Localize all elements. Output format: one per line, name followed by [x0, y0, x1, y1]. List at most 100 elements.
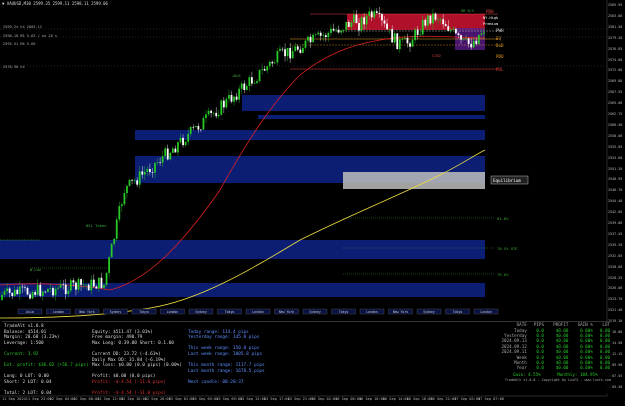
- price-tick: 2555.85: [608, 144, 623, 149]
- candle-body: [115, 219, 118, 239]
- candle-body: [240, 83, 243, 89]
- price-tick: 2532.85: [608, 253, 623, 258]
- candle-body: [90, 279, 93, 291]
- candle-body: [210, 110, 212, 114]
- candle-body: [26, 287, 29, 295]
- panel-line: Last month range: 1678.5 pips: [188, 368, 265, 374]
- candle-body: [161, 156, 164, 163]
- candle-body: [475, 40, 478, 44]
- stats-cell: 0.0: [536, 365, 544, 371]
- symbol-line: ▼ XAUUSD,M30 2599.35 2599.11 2598.11 259…: [2, 1, 108, 6]
- equilibrium-label: Equilibrium: [493, 178, 521, 183]
- price-tick: 2548.95: [608, 177, 623, 182]
- price-tick: 2560.40: [608, 122, 623, 127]
- candle-body: [327, 32, 330, 38]
- price-tick: 2576.85: [608, 46, 623, 51]
- level-618: 61.8%: [497, 216, 509, 221]
- candle-body: [222, 100, 225, 108]
- pdl-label: PDL: [496, 67, 504, 72]
- candle-body: [460, 35, 462, 40]
- candle-body: [44, 291, 47, 293]
- candle-body: [29, 294, 31, 299]
- candle-body: [228, 95, 230, 99]
- session-label: London: [366, 310, 378, 314]
- candle-body: [406, 37, 409, 44]
- stats-cell: Year: [516, 365, 527, 371]
- session-label: Sydney: [423, 310, 435, 314]
- time-tick: 13 Sep 05:00: [192, 397, 219, 401]
- candle-body: [401, 38, 404, 40]
- price-tick: 2528.25: [608, 275, 623, 280]
- candle-body: [233, 96, 235, 102]
- candle-body: [59, 284, 62, 288]
- candle-body: [416, 29, 419, 35]
- stats-cell: 0.00%: [580, 365, 593, 371]
- candle-body: [335, 29, 337, 31]
- candle-body: [480, 33, 483, 35]
- candle-body: [322, 35, 325, 36]
- nyr-high-label: NY.High: [483, 16, 498, 20]
- candle-body: [421, 19, 424, 35]
- time-tick: 11 Sep 23:00: [25, 397, 52, 401]
- candle-body: [386, 23, 388, 30]
- time-tick: 13 Sep 17:00: [263, 397, 290, 401]
- session-label: London: [167, 310, 179, 314]
- candle-body: [171, 148, 174, 153]
- candle-body: [77, 279, 80, 290]
- panel-line: Next candle: 00:20:37: [188, 379, 244, 385]
- price-tick: 2567.55: [608, 90, 623, 95]
- candle-body: [217, 114, 220, 117]
- price-tick: 2569.80: [608, 79, 623, 84]
- candle-body: [154, 162, 156, 173]
- candle-body: [383, 20, 386, 24]
- candle-body: [202, 117, 205, 130]
- price-tick: 2585.95: [608, 3, 623, 7]
- candle-body: [457, 33, 460, 36]
- candle-body: [1, 294, 3, 300]
- candle-body: [312, 34, 314, 43]
- candle-body: [296, 46, 299, 50]
- price-tick: 2537.45: [608, 231, 623, 236]
- candle-body: [136, 180, 139, 185]
- candle-body: [11, 292, 14, 297]
- price-tick: 2546.70: [608, 188, 623, 193]
- price-tick: 2535.20: [608, 242, 623, 247]
- candle-body: [266, 66, 269, 71]
- candle-body: [253, 82, 256, 84]
- candle-body: [314, 34, 317, 36]
- candle-body: [345, 21, 348, 30]
- candle-body: [177, 142, 179, 153]
- candle-body: [133, 180, 136, 181]
- candle-body: [174, 148, 177, 153]
- candle-body: [189, 126, 192, 134]
- left-label: 2578.50 h4: [3, 65, 25, 69]
- candle-body: [212, 112, 215, 114]
- session-label: Tokyo: [139, 310, 149, 314]
- candle-body: [34, 292, 37, 295]
- candle-body: [391, 29, 394, 43]
- candle-body: [92, 279, 95, 287]
- candle-body: [291, 51, 294, 59]
- candle-body: [166, 148, 169, 160]
- credit-label: TradeAlt v1.0.8 - Copyright by LuxFX - w…: [504, 377, 611, 382]
- candle-body: [156, 162, 159, 163]
- time-tick: 11 Sep 2024: [2, 397, 26, 401]
- time-tick: 16 Sep 14:00: [382, 397, 409, 401]
- time-axis[interactable]: 11 Sep 2024 11 Sep 23:00 12 Sep 04:00 12 Se…: [0, 396, 625, 406]
- session-label: Tokyo: [225, 310, 235, 314]
- time-tick: 13 Sep 01:00: [168, 397, 195, 401]
- candle-body: [368, 11, 371, 16]
- candle-body: [141, 171, 144, 175]
- session-label: London: [252, 310, 264, 314]
- time-tick: 12 Sep 12:00: [97, 397, 124, 401]
- eq-label: EQ: [496, 36, 502, 41]
- candle-body: [370, 11, 373, 18]
- candle-body: [238, 88, 241, 100]
- time-tick: 17 Sep 03:00: [454, 397, 481, 401]
- price-tick: 2583.80: [608, 13, 623, 18]
- candle-body: [21, 286, 24, 288]
- chart-header: ▼ XAUUSD,M30 2599.35 2599.11 2598.11 259…: [2, 1, 108, 6]
- time-tick: 16 Sep 02:00: [311, 397, 338, 401]
- candle-body: [54, 288, 57, 296]
- candle-body: [477, 34, 480, 44]
